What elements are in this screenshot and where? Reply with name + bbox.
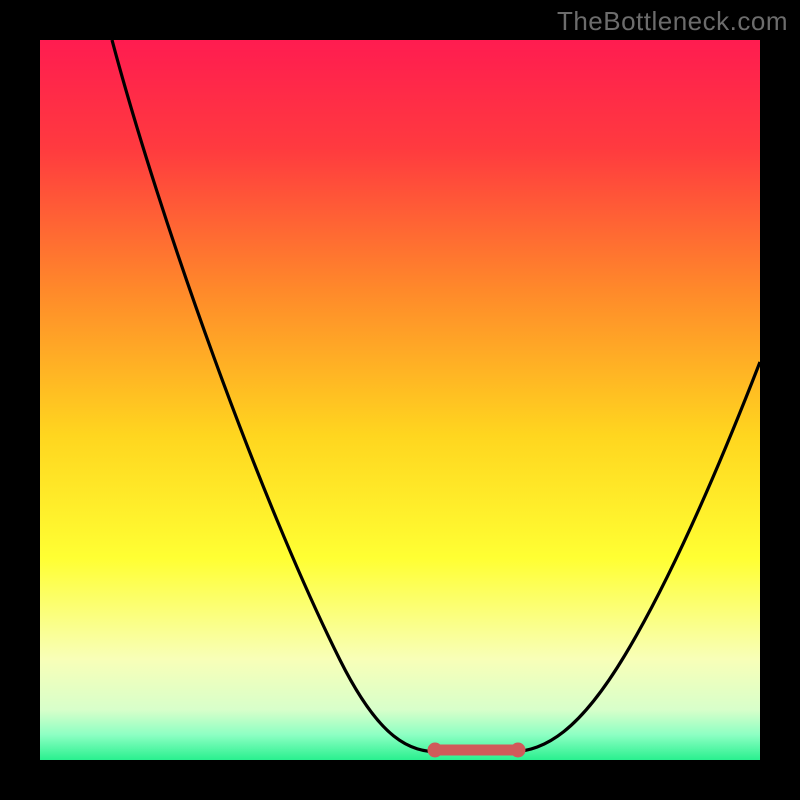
highlight-endpoint-left xyxy=(428,743,443,758)
highlight-segment xyxy=(428,743,526,758)
chart-frame: TheBottleneck.com xyxy=(0,0,800,800)
watermark-text: TheBottleneck.com xyxy=(557,6,788,37)
plot-svg xyxy=(40,40,760,760)
plot-area xyxy=(40,40,760,760)
gradient-background xyxy=(40,40,760,760)
highlight-endpoint-right xyxy=(511,743,526,758)
